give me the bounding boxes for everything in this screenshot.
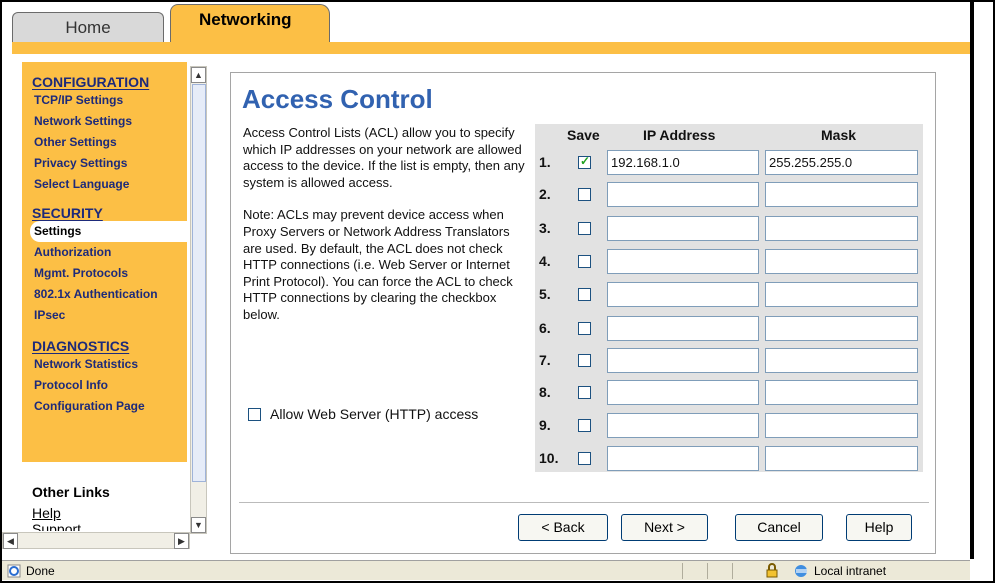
row-number: 7. [539,352,551,368]
status-bar: Done Local intranet [2,560,970,580]
save-checkbox[interactable] [578,154,591,169]
mask-field[interactable] [765,282,918,307]
allow-http-label: Allow Web Server (HTTP) access [270,406,479,422]
ie-page-icon [7,564,21,578]
sidebar-item-network-settings[interactable]: Network Settings [22,111,187,132]
sidebar-item-network-statistics[interactable]: Network Statistics [22,354,187,375]
tab-band [12,42,970,54]
ip-address-field[interactable] [607,182,759,207]
header-ip-address: IP Address [643,127,716,143]
row-number: 4. [539,253,551,269]
next-button[interactable]: Next > [621,514,708,541]
save-checkbox[interactable] [578,255,591,268]
sidebar-item-ipsec[interactable]: IPsec [22,305,187,326]
scroll-thumb[interactable] [192,84,206,482]
sidebar-item-tcp-ip-settings[interactable]: TCP/IP Settings [22,90,187,111]
row-number: 6. [539,320,551,336]
sidebar-item-protocol-info[interactable]: Protocol Info [22,375,187,396]
other-links-heading: Other Links [32,484,110,500]
status-text: Done [26,564,55,578]
ip-address-field[interactable] [607,249,759,274]
ip-address-field[interactable] [607,316,759,341]
description-text: Access Control Lists (ACL) allow you to … [243,125,525,190]
cancel-button[interactable]: Cancel [735,514,823,541]
section-heading-security: SECURITY [32,205,103,221]
tab-home[interactable]: Home [12,12,164,42]
mask-field[interactable] [765,413,918,438]
ip-address-field[interactable] [607,282,759,307]
intranet-zone-icon [793,563,810,578]
mask-field[interactable] [765,216,918,241]
sidebar-item-other-settings[interactable]: Other Settings [22,132,187,153]
scroll-up-icon[interactable]: ▲ [191,67,206,83]
save-checkbox[interactable] [578,419,591,432]
row-number: 2. [539,186,551,202]
acl-table: Save IP Address Mask 1. 192.168.1.0255.25… [535,124,923,472]
help-link[interactable]: Help [32,505,61,521]
support-link[interactable]: Support [32,521,81,531]
sidebar-item-select-language[interactable]: Select Language [22,174,187,195]
section-heading-diagnostics: DIAGNOSTICS [32,338,130,354]
back-button[interactable]: < Back [518,514,608,541]
sidebar-vertical-scrollbar[interactable]: ▲ ▼ [190,66,207,534]
row-number: 10. [539,450,559,466]
footer-divider [239,502,929,503]
mask-field[interactable] [765,249,918,274]
header-mask: Mask [821,127,857,143]
mask-field[interactable] [765,182,918,207]
page-title: Access Control [242,84,433,114]
scroll-down-icon[interactable]: ▼ [191,517,206,533]
security-zone-label: Local intranet [814,564,887,578]
page-viewport: Home Networking CONFIGURATION TCP/IP Set… [2,2,970,559]
mask-field[interactable] [765,446,918,471]
row-number: 5. [539,286,551,302]
ip-address-field[interactable] [607,380,759,405]
ip-address-field[interactable] [607,413,759,438]
save-checkbox[interactable] [578,322,591,335]
allow-http-checkbox[interactable] [248,407,261,421]
ip-address-field[interactable] [607,348,759,373]
note-text: Note: ACLs may prevent device access whe… [243,207,513,322]
section-heading-configuration: CONFIGURATION [32,74,150,90]
sidebar-item-mgmt-protocols[interactable]: Mgmt. Protocols [22,263,187,284]
scroll-left-icon[interactable]: ◀ [3,533,18,549]
ip-address-field[interactable]: 192.168.1.0 [607,150,759,175]
allow-http-row: Allow Web Server (HTTP) access [248,406,478,422]
sidebar-item-configuration-page[interactable]: Configuration Page [22,396,187,417]
sidebar-item-802-1x-authentication[interactable]: 802.1x Authentication [22,284,187,305]
mask-field[interactable] [765,316,918,341]
row-number: 8. [539,384,551,400]
save-checkbox[interactable] [578,386,591,399]
status-divider [732,563,733,579]
scroll-right-icon[interactable]: ▶ [174,533,189,549]
save-checkbox[interactable] [578,288,591,301]
sidebar-horizontal-scrollbar[interactable]: ◀ ▶ [2,532,190,549]
row-number: 3. [539,220,551,236]
status-divider [682,563,683,579]
save-checkbox[interactable] [578,354,591,367]
row-number: 1. [539,154,551,170]
save-checkbox[interactable] [578,188,591,201]
save-checkbox[interactable] [578,452,591,465]
page-description: Access Control Lists (ACL) allow you to … [243,125,528,324]
header-save: Save [567,127,600,143]
ip-address-field[interactable] [607,446,759,471]
help-button[interactable]: Help [846,514,912,541]
tab-networking[interactable]: Networking [170,4,330,42]
mask-field[interactable]: 255.255.255.0 [765,150,918,175]
ip-address-field[interactable] [607,216,759,241]
lock-icon [765,563,779,578]
mask-field[interactable] [765,348,918,373]
status-divider [707,563,708,579]
row-number: 9. [539,417,551,433]
mask-field[interactable] [765,380,918,405]
sidebar-item-privacy-settings[interactable]: Privacy Settings [22,153,187,174]
sidebar-nav: CONFIGURATION TCP/IP Settings Network Set… [22,62,187,462]
sidebar-item-authorization[interactable]: Authorization [22,242,187,263]
save-checkbox[interactable] [578,222,591,235]
sidebar-item-settings[interactable]: Settings [30,221,187,242]
window-border-right [970,2,974,559]
